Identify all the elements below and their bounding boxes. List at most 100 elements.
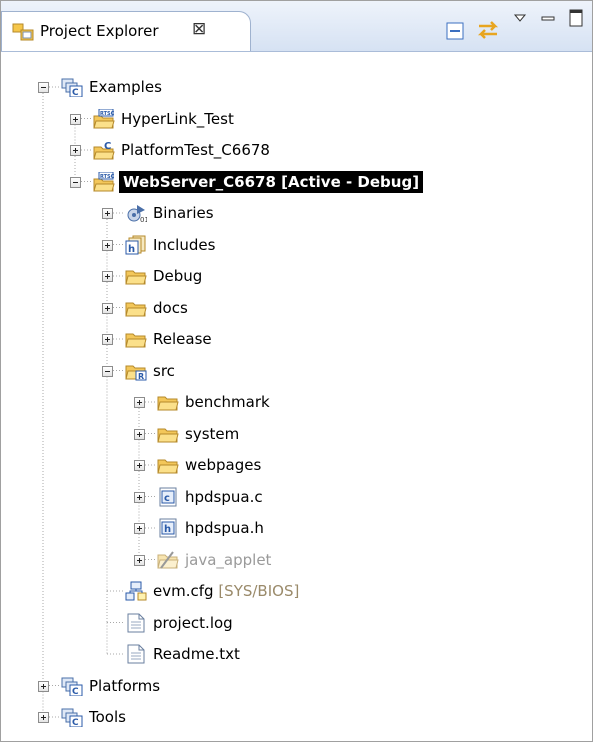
tab-project-explorer[interactable]: Project Explorer ⊠ bbox=[1, 11, 251, 51]
tree-item-label: Debug bbox=[153, 267, 203, 285]
folder-icon bbox=[157, 396, 179, 411]
folder-icon bbox=[157, 428, 179, 442]
binaries-icon: 01 bbox=[127, 205, 147, 223]
expand-java-applet-toggle[interactable] bbox=[134, 554, 145, 566]
svg-text:RTSC: RTSC bbox=[100, 111, 115, 117]
folder-icon bbox=[125, 270, 147, 285]
expand-platforms-toggle[interactable] bbox=[38, 680, 49, 692]
expand-benchmark-toggle[interactable] bbox=[134, 397, 145, 408]
tree-item-webserver-c6678[interactable]: WebServer_C6678 [Active - Debug] bbox=[119, 170, 424, 193]
tree-item-hpdspua-h[interactable]: hpdspua.h bbox=[183, 518, 266, 538]
tree-item-label: WebServer_C6678 [Active - Debug] bbox=[123, 172, 420, 191]
svg-text:C: C bbox=[72, 718, 79, 727]
tree-item-label: src bbox=[153, 361, 175, 380]
folder-icon bbox=[157, 459, 179, 474]
folder-icon bbox=[125, 302, 147, 316]
working-set-icon: C bbox=[61, 677, 83, 696]
tree-item-decoration: [SYS/BIOS] bbox=[213, 582, 300, 600]
tree-item-label: benchmark bbox=[185, 393, 270, 411]
svg-text:C: C bbox=[72, 687, 79, 696]
tree-item-label: PlatformTest_C6678 bbox=[121, 141, 270, 159]
folder-icon bbox=[125, 333, 147, 348]
collapse-all-icon[interactable] bbox=[446, 22, 464, 40]
project-explorer-icon bbox=[12, 23, 34, 41]
collapse-webserver-c6678-toggle[interactable] bbox=[70, 176, 81, 188]
text-file-icon bbox=[127, 613, 145, 632]
view-menu-icon[interactable] bbox=[513, 13, 527, 23]
c-file-icon: c bbox=[159, 487, 177, 506]
ccs-project-icon: C bbox=[93, 141, 115, 160]
tree-item-debug[interactable]: Debug bbox=[151, 266, 204, 286]
view-header: Project Explorer ⊠ bbox=[1, 1, 592, 52]
tree-item-webpages[interactable]: webpages bbox=[183, 455, 263, 475]
svg-text:01: 01 bbox=[140, 216, 147, 223]
tree-item-includes[interactable]: Includes bbox=[151, 235, 217, 255]
expand-release-toggle[interactable] bbox=[102, 334, 113, 345]
expand-hpdspua-c-toggle[interactable] bbox=[134, 491, 145, 503]
tree-item-label: webpages bbox=[185, 456, 262, 474]
working-set-icon: C bbox=[61, 78, 83, 97]
link-with-editor-icon[interactable] bbox=[476, 19, 500, 41]
tree-item-binaries[interactable]: Binaries bbox=[151, 203, 216, 223]
svg-text:R: R bbox=[138, 372, 144, 381]
expand-includes-toggle[interactable] bbox=[102, 239, 113, 251]
expand-platformtest-c6678-toggle[interactable] bbox=[70, 145, 81, 156]
tree-item-label: Tools bbox=[89, 708, 126, 726]
tree-item-project-log[interactable]: project.log bbox=[151, 613, 235, 633]
tree-item-label: Includes bbox=[153, 235, 216, 254]
svg-text:h: h bbox=[164, 524, 171, 535]
tree-item-label: Examples bbox=[89, 78, 162, 96]
text-file-icon bbox=[127, 644, 145, 664]
tree-item-docs[interactable]: docs bbox=[151, 298, 190, 318]
tree-item-java-applet[interactable]: java_applet bbox=[183, 550, 273, 570]
minimize-icon[interactable] bbox=[541, 13, 555, 23]
svg-text:c: c bbox=[164, 493, 170, 504]
expand-hpdspua-h-toggle[interactable] bbox=[134, 523, 145, 534]
close-icon[interactable]: ⊠ bbox=[192, 19, 206, 39]
svg-text:h: h bbox=[128, 244, 135, 255]
tree-item-label: system bbox=[185, 424, 240, 443]
tree-item-examples[interactable]: Examples bbox=[87, 77, 164, 97]
tree-item-platformtest-c6678[interactable]: PlatformTest_C6678 bbox=[119, 140, 272, 160]
expand-binaries-toggle[interactable] bbox=[102, 208, 113, 219]
expand-hyperlink-test-toggle[interactable] bbox=[70, 113, 81, 125]
tree-item-hyperlink-test[interactable]: HyperLink_Test bbox=[119, 109, 236, 129]
tree-item-label: evm.cfg bbox=[153, 582, 214, 600]
expand-debug-toggle[interactable] bbox=[102, 271, 113, 282]
tree-item-src[interactable]: src bbox=[151, 361, 177, 381]
excluded-folder-icon bbox=[157, 550, 179, 569]
expand-tools-toggle[interactable] bbox=[38, 712, 49, 723]
tree-item-label: HyperLink_Test bbox=[121, 109, 234, 128]
maximize-icon[interactable] bbox=[569, 9, 583, 27]
tree-item-label: java_applet bbox=[185, 550, 272, 569]
tree-item-platforms[interactable]: Platforms bbox=[87, 676, 162, 696]
collapse-examples-toggle[interactable] bbox=[38, 82, 49, 93]
tree-item-label: docs bbox=[153, 298, 188, 317]
tab-title: Project Explorer bbox=[40, 22, 159, 40]
tree-connector-lines bbox=[42, 86, 157, 718]
tree-item-system[interactable]: system bbox=[183, 424, 241, 444]
tree-item-tools[interactable]: Tools bbox=[87, 707, 128, 727]
tree-item-release[interactable]: Release bbox=[151, 329, 214, 349]
project-explorer-view: Project Explorer ⊠ C Examples RTSC HyperLin… bbox=[0, 0, 593, 742]
tree-item-hpdspua-c[interactable]: hpdspua.c bbox=[183, 487, 265, 507]
expand-docs-toggle[interactable] bbox=[102, 302, 113, 314]
expand-webpages-toggle[interactable] bbox=[134, 460, 145, 471]
h-file-icon: h bbox=[159, 518, 177, 538]
tree-item-benchmark[interactable]: benchmark bbox=[183, 392, 272, 412]
tree-item-evm-cfg[interactable]: evm.cfg [SYS/BIOS] bbox=[151, 581, 301, 601]
rtsc-project-icon: RTSC bbox=[93, 171, 115, 191]
tree-item-label: hpdspua.h bbox=[185, 519, 264, 537]
includes-icon: h bbox=[125, 235, 146, 255]
svg-text:RTSC: RTSC bbox=[100, 174, 115, 180]
project-tree: C Examples RTSC HyperLink_Test C PlatformTest… bbox=[1, 51, 592, 741]
rtsc-project-icon: RTSC bbox=[93, 108, 115, 128]
tree-item-readme-txt[interactable]: Readme.txt bbox=[151, 644, 242, 664]
collapse-src-toggle[interactable] bbox=[102, 365, 113, 377]
svg-text:C: C bbox=[72, 88, 79, 97]
expand-system-toggle[interactable] bbox=[134, 428, 145, 440]
tree-item-label: Release bbox=[153, 330, 212, 348]
source-folder-icon: R bbox=[125, 365, 147, 381]
tree-item-label: Readme.txt bbox=[153, 645, 240, 663]
tree-item-label: project.log bbox=[153, 613, 233, 632]
